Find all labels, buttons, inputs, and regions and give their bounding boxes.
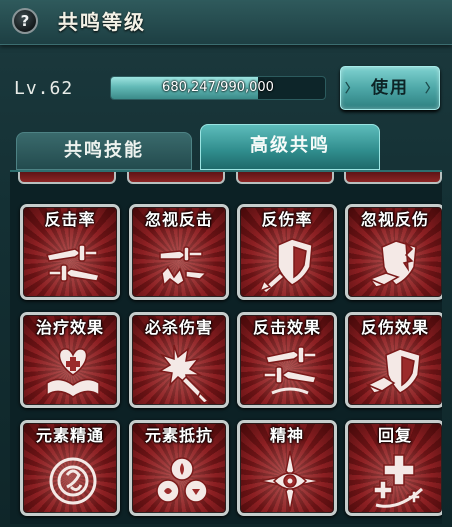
reflect-effect-icon [366,348,421,394]
skill-card-label: 必杀伤害 [144,318,213,337]
skill-card-counter-rate[interactable]: 反击率 [20,204,120,300]
skill-card-element-mastery[interactable]: 元素精通 [20,420,120,516]
exp-progress-bar: 680,247/990,000 [110,76,326,100]
skill-card-label: 元素抵抗 [144,426,213,445]
skill-card-ignore-reflect[interactable]: 忽视反伤 [345,204,442,300]
tab-resonance-skills[interactable]: 共鸣技能 [16,132,192,170]
counter-effect-icon [263,346,317,395]
skill-card-label: 忽视反击 [144,210,213,229]
skill-card-crit-damage[interactable]: 必杀伤害 [129,312,229,408]
skill-card-reflect-rate[interactable]: 反伤率 [237,204,337,300]
heal-effect-icon [46,348,100,398]
element-mastery-icon [49,457,97,505]
element-resist-icon [156,457,208,503]
chevron-right-icon: 〉 [345,81,360,95]
skill-card-label: 反伤率 [261,210,313,229]
skill-card-spirit[interactable]: 精神 [237,420,337,516]
chevron-right-icon: 〉 [424,81,439,95]
card-row-partial [236,172,334,184]
ignore-counter-icon [159,246,208,287]
skill-card-heal-effect[interactable]: 治疗效果 [20,312,120,408]
level-row: Lv.62 680,247/990,000 〉 使用 〉 [0,60,452,120]
card-row-partial [127,172,225,184]
skill-card-label: 精神 [269,426,304,445]
panel-header: ? 共鸣等级 [0,0,452,45]
skill-card-element-resist[interactable]: 元素抵抗 [129,420,229,516]
card-row-partial [344,172,442,184]
counter-rate-icon [46,244,100,282]
skill-card-label: 治疗效果 [35,318,104,337]
skill-card-label: 反击率 [44,210,96,229]
help-icon-button[interactable]: ? [12,8,38,34]
tab-bar: 共鸣技能 高级共鸣 [0,122,452,170]
skill-card-counter-effect[interactable]: 反击效果 [237,312,337,408]
ignore-reflect-icon [367,240,417,288]
resonance-panel: ? 共鸣等级 Lv.62 680,247/990,000 〉 使用 〉 共鸣技能… [0,0,452,527]
skill-card-label: 反伤效果 [360,318,429,337]
recovery-icon [373,454,424,508]
card-row-partial [18,172,116,184]
skill-card-label: 忽视反伤 [360,210,429,229]
skill-grid[interactable]: 反击率 忽视反击 反伤率 忽视反伤 治疗效果 必杀伤害 反击效果 反伤效果 元素… [10,170,442,524]
skill-card-label: 元素精通 [35,426,104,445]
skill-card-label: 反击效果 [252,318,321,337]
level-label: Lv.62 [14,78,74,99]
crit-damage-icon [157,344,210,404]
reflect-rate-icon [258,238,313,295]
skill-card-recovery[interactable]: 回复 [345,420,442,516]
spirit-icon [259,450,321,512]
skill-card-reflect-effect[interactable]: 反伤效果 [345,312,442,408]
exp-progress-text: 680,247/990,000 [162,80,274,95]
skill-card-ignore-counter[interactable]: 忽视反击 [129,204,229,300]
skill-card-label: 回复 [377,426,412,445]
panel-title: 共鸣等级 [58,10,146,34]
tab-advanced-resonance[interactable]: 高级共鸣 [200,124,380,170]
use-button[interactable]: 〉 使用 〉 [340,66,440,110]
use-button-label: 使用 [371,78,409,98]
